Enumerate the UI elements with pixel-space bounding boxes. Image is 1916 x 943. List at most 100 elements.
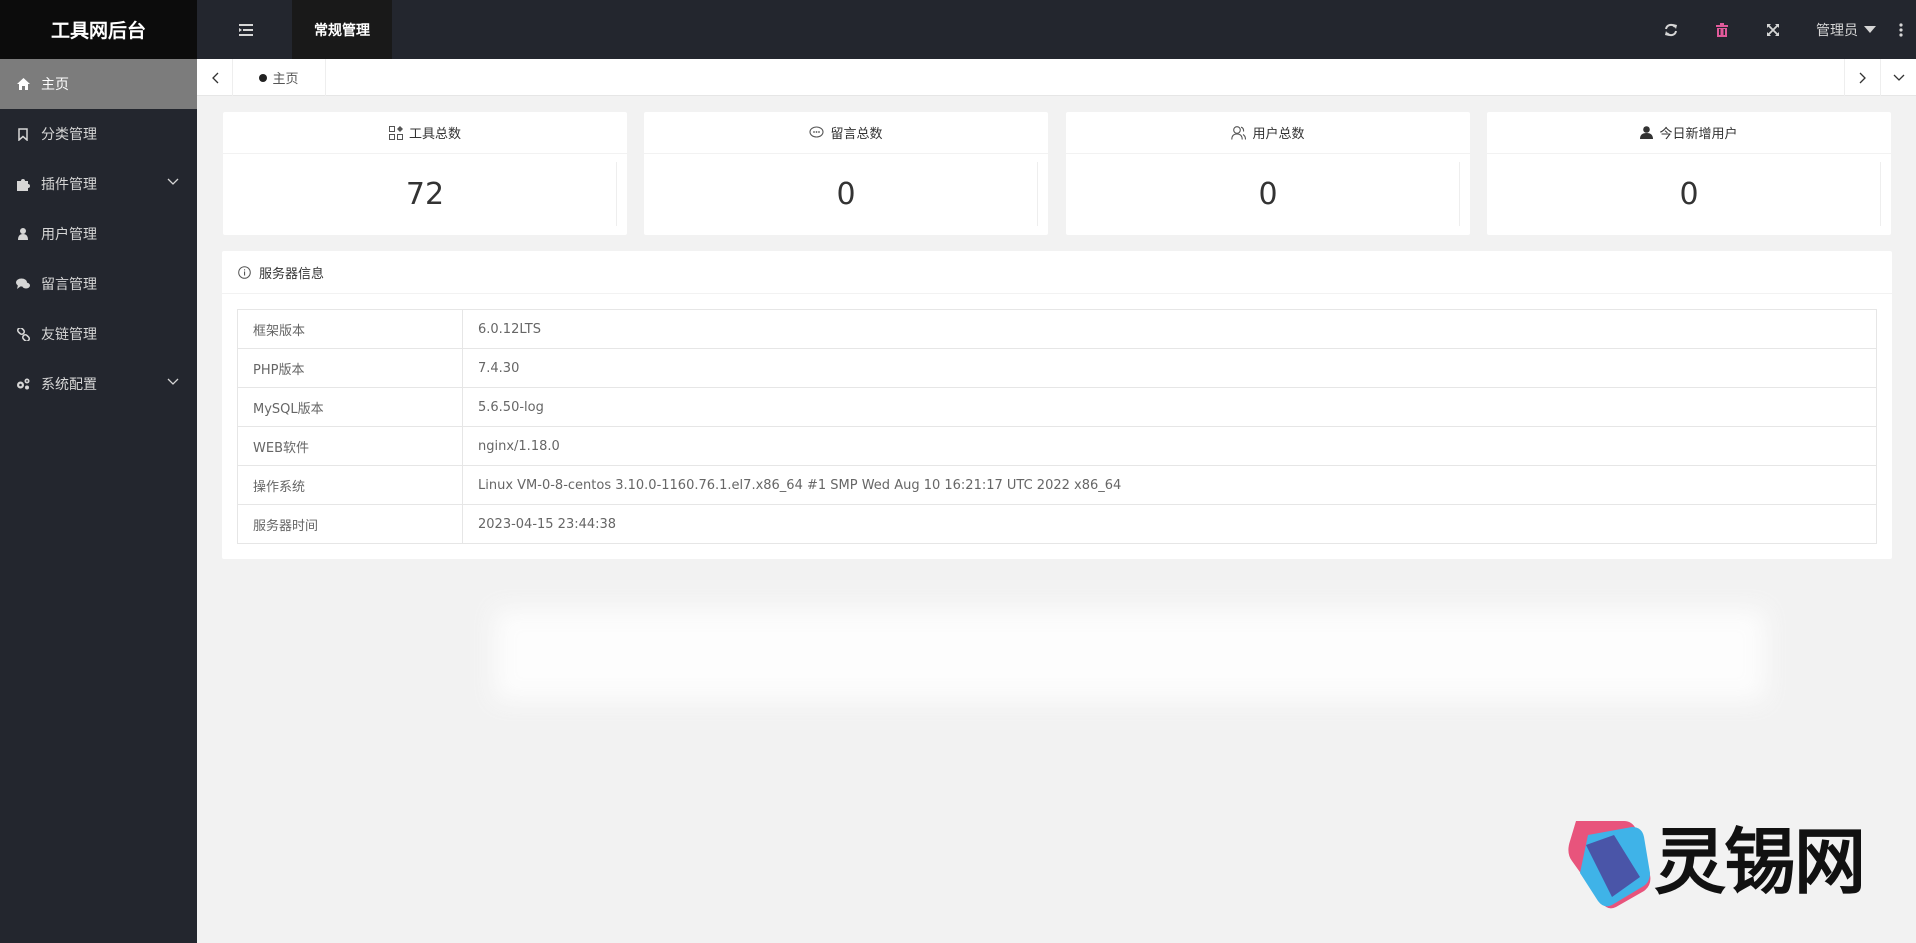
table-row: WEB软件 nginx/1.18.0 — [237, 426, 1877, 466]
more-vertical-icon — [1899, 22, 1903, 37]
user-icon — [16, 227, 30, 241]
app-logo-title[interactable]: 工具网后台 — [0, 0, 197, 59]
chevron-left-icon — [211, 72, 218, 83]
sidebar-item-label: 系统配置 — [41, 377, 97, 393]
table-row: MySQL版本 5.6.50-log — [237, 387, 1877, 427]
info-value: 2023-04-15 23:44:38 — [462, 504, 1877, 544]
info-value: 6.0.12LTS — [462, 309, 1877, 349]
chat-icon — [809, 126, 825, 139]
sidebar-item-label: 用户管理 — [41, 227, 97, 243]
tab-home[interactable]: 主页 — [233, 59, 326, 96]
comments-icon — [16, 277, 30, 291]
table-row: 服务器时间 2023-04-15 23:44:38 — [237, 504, 1877, 544]
stat-card-header: 工具总数 — [223, 112, 627, 154]
fullscreen-button[interactable] — [1747, 0, 1798, 59]
sidebar-item-category[interactable]: 分类管理 — [0, 109, 197, 159]
user-menu-label: 管理员 — [1816, 22, 1858, 39]
info-value: nginx/1.18.0 — [462, 426, 1877, 466]
stat-label: 今日新增用户 — [1659, 127, 1738, 142]
tab-scroll-right-button[interactable] — [1844, 59, 1880, 96]
page-tabbar: 主页 — [197, 59, 1916, 96]
sidebar-item-label: 分类管理 — [41, 127, 97, 143]
stat-label: 用户总数 — [1252, 127, 1305, 142]
divider — [1880, 162, 1881, 226]
stat-card-messages: 留言总数 0 — [644, 112, 1048, 235]
tab-options-button[interactable] — [1880, 59, 1916, 96]
menu-toggle-icon — [239, 23, 253, 36]
watermark-logo-icon — [1566, 815, 1652, 909]
info-key: WEB软件 — [237, 426, 463, 466]
table-row: 框架版本 6.0.12LTS — [237, 309, 1877, 349]
active-dot-icon — [259, 73, 268, 82]
sidebar-item-messages[interactable]: 留言管理 — [0, 259, 197, 309]
puzzle-icon — [16, 177, 30, 191]
info-key: 框架版本 — [237, 309, 463, 349]
info-value: Linux VM-0-8-centos 3.10.0-1160.76.1.el7… — [462, 465, 1877, 505]
fullscreen-icon — [1766, 23, 1779, 36]
stat-value-area: 72 — [223, 154, 627, 235]
user-menu[interactable]: 管理员 — [1798, 0, 1886, 59]
table-row: PHP版本 7.4.30 — [237, 348, 1877, 388]
link-icon — [16, 327, 30, 341]
tab-scroll-left-button[interactable] — [197, 59, 233, 96]
chevron-down-icon — [1893, 74, 1904, 81]
top-header: 工具网后台 常规管理 管理员 — [0, 0, 1916, 59]
stat-value-area: 0 — [644, 154, 1048, 235]
apps-icon — [388, 125, 403, 140]
more-button[interactable] — [1886, 0, 1916, 59]
chevron-down-icon — [167, 378, 179, 385]
info-key: 服务器时间 — [237, 504, 463, 544]
home-icon — [16, 77, 30, 91]
stat-card-tools: 工具总数 72 — [223, 112, 627, 235]
stat-value-area: 0 — [1066, 154, 1470, 235]
stat-value: 0 — [1679, 177, 1699, 212]
sidebar-item-settings[interactable]: 系统配置 — [0, 359, 197, 409]
caret-down-icon — [1864, 26, 1876, 33]
divider — [1459, 162, 1460, 226]
table-row: 操作系统 Linux VM-0-8-centos 3.10.0-1160.76.… — [237, 465, 1877, 505]
header-right-tools: 管理员 — [1645, 0, 1916, 59]
sidebar-item-links[interactable]: 友链管理 — [0, 309, 197, 359]
stat-value: 0 — [1258, 177, 1278, 212]
server-info-panel: 服务器信息 框架版本 6.0.12LTS PHP版本 7.4.30 MySQL版… — [222, 251, 1892, 559]
tab-home-label: 主页 — [272, 72, 299, 87]
panel-header: 服务器信息 — [222, 251, 1892, 294]
faded-placeholder — [495, 610, 1765, 700]
divider — [1037, 162, 1038, 226]
trash-icon — [1715, 22, 1728, 37]
info-key: PHP版本 — [237, 348, 463, 388]
bookmark-icon — [16, 127, 30, 141]
info-key: MySQL版本 — [237, 387, 463, 427]
divider — [616, 162, 617, 226]
sidebar-item-label: 友链管理 — [41, 327, 97, 343]
info-key: 操作系统 — [237, 465, 463, 505]
sidebar-item-home[interactable]: 主页 — [0, 59, 197, 109]
sidebar-item-label: 主页 — [41, 77, 69, 93]
stat-value: 0 — [836, 177, 856, 212]
cogs-icon — [16, 377, 30, 391]
stat-card-header: 用户总数 — [1066, 112, 1470, 154]
header-tab-general[interactable]: 常规管理 — [292, 0, 392, 59]
stat-card-new-users: 今日新增用户 0 — [1487, 112, 1891, 235]
stat-value: 72 — [405, 177, 445, 212]
info-value: 5.6.50-log — [462, 387, 1877, 427]
sidebar: 主页 分类管理 插件管理 用户管理 留言管理 友链管理 系统配置 — [0, 59, 197, 943]
chevron-down-icon — [167, 178, 179, 185]
stat-card-users: 用户总数 0 — [1066, 112, 1470, 235]
stat-card-header: 留言总数 — [644, 112, 1048, 154]
chevron-right-icon — [1859, 72, 1866, 83]
sidebar-item-users[interactable]: 用户管理 — [0, 209, 197, 259]
menu-toggle-button[interactable] — [197, 0, 295, 59]
panel-title: 服务器信息 — [259, 266, 325, 282]
server-info-table: 框架版本 6.0.12LTS PHP版本 7.4.30 MySQL版本 5.6.… — [237, 309, 1877, 544]
stat-label: 留言总数 — [830, 127, 883, 142]
info-circle-icon — [238, 265, 251, 279]
user-solid-icon — [1640, 126, 1654, 139]
refresh-button[interactable] — [1645, 0, 1696, 59]
stat-label: 工具总数 — [408, 127, 461, 142]
refresh-icon — [1664, 23, 1677, 36]
clear-cache-button[interactable] — [1696, 0, 1747, 59]
sidebar-item-plugins[interactable]: 插件管理 — [0, 159, 197, 209]
stat-value-area: 0 — [1487, 154, 1891, 235]
watermark: 灵锡网 — [1566, 814, 1896, 910]
